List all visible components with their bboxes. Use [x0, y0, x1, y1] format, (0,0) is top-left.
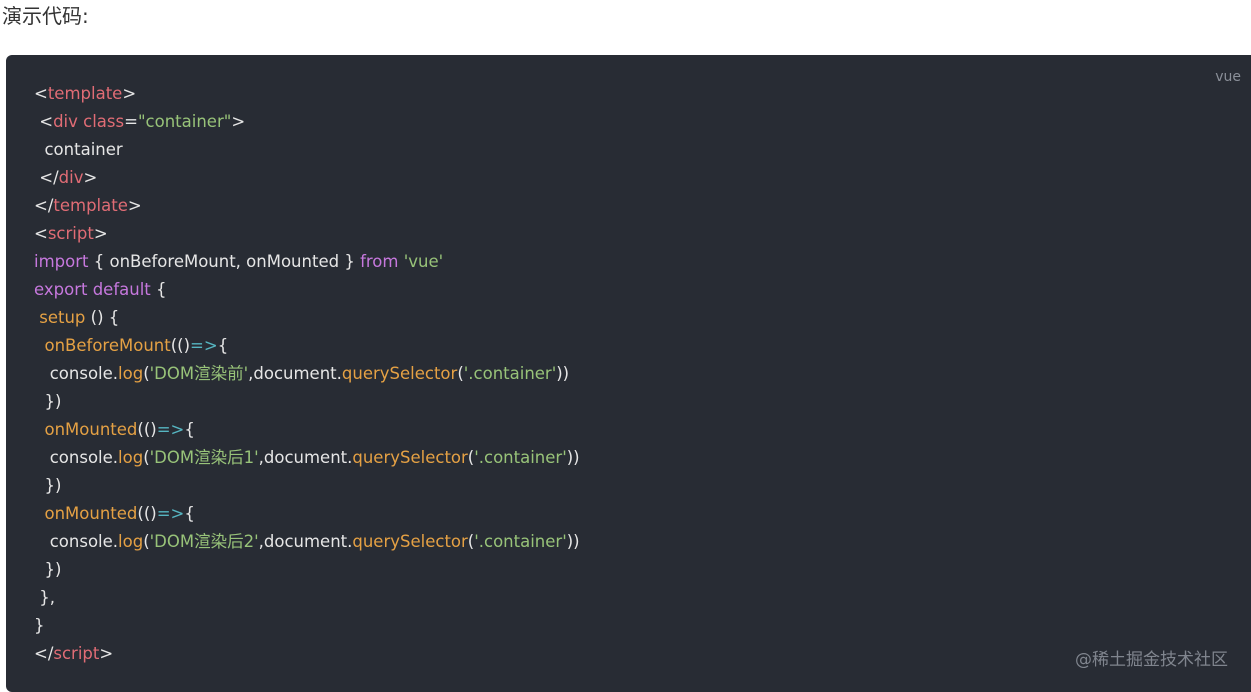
- code-token: =>: [156, 504, 185, 523]
- code-token: ((): [137, 504, 157, 523]
- code-token: template: [53, 196, 128, 215]
- code-token: import: [34, 252, 89, 271]
- code-token: '.container': [474, 532, 567, 551]
- code-token: div: [58, 168, 84, 187]
- code-token: onMounted: [44, 504, 138, 523]
- code-line: }: [34, 612, 580, 640]
- code-line: setup () {: [34, 304, 580, 332]
- code-token: template: [47, 84, 123, 103]
- code-token: >: [99, 644, 114, 663]
- code-line: }): [34, 388, 580, 416]
- code-token: querySelector: [352, 448, 468, 467]
- code-token: }): [34, 560, 62, 579]
- code-token: }): [34, 392, 62, 411]
- code-token: <: [34, 84, 48, 103]
- code-token: ,document.: [258, 448, 353, 467]
- code-token: =>: [156, 420, 185, 439]
- code-token: {: [217, 336, 229, 355]
- code-token: >: [93, 224, 108, 243]
- code-token: onMounted: [44, 420, 138, 439]
- code-token: =>: [190, 336, 218, 355]
- code-token: </: [39, 168, 59, 187]
- code-line: <template>: [34, 80, 580, 108]
- code-token: </: [34, 196, 54, 215]
- code-token: () {: [85, 308, 120, 327]
- code-line: onBeforeMount(()=>{: [34, 332, 580, 360]
- code-token: <: [39, 112, 54, 131]
- code-token: '.container': [474, 448, 567, 467]
- code-token: >: [122, 84, 137, 103]
- language-label: vue: [1215, 69, 1241, 85]
- code-token: console.: [34, 364, 119, 383]
- code-token: ((): [170, 336, 191, 355]
- code-token: setup: [39, 308, 86, 327]
- code-token: >: [83, 168, 98, 187]
- code-token: { onBeforeMount, onMounted }: [88, 252, 361, 271]
- code-line: </template>: [34, 192, 580, 220]
- watermark: @稀土掘金技术社区: [1075, 650, 1228, 670]
- code-line: console.log('DOM渲染后2',document.querySele…: [34, 528, 580, 556]
- code-line: onMounted(()=>{: [34, 416, 580, 444]
- code-line: }): [34, 472, 580, 500]
- code-token: log: [118, 532, 144, 551]
- code-token: <: [34, 224, 48, 243]
- code-token: 'vue': [403, 252, 444, 271]
- code-line: container: [34, 136, 580, 164]
- code-content: <template> <div class="container"> conta…: [34, 80, 580, 668]
- code-line: <script>: [34, 220, 580, 248]
- code-line: <div class="container">: [34, 108, 580, 136]
- code-token: '.container': [463, 364, 557, 383]
- code-token: class: [83, 112, 125, 131]
- code-token: "container": [137, 112, 232, 131]
- code-token: script: [53, 644, 100, 663]
- code-token: )): [566, 532, 580, 551]
- code-line: },: [34, 584, 580, 612]
- code-line: </div>: [34, 164, 580, 192]
- code-line: export default {: [34, 276, 580, 304]
- code-token: 'DOM渲染后1': [149, 448, 259, 467]
- code-token: ((): [137, 420, 157, 439]
- code-line: }): [34, 556, 580, 584]
- code-token: script: [47, 224, 94, 243]
- code-line: console.log('DOM渲染后1',document.querySele…: [34, 444, 580, 472]
- code-block: vue <template> <div class="container"> c…: [6, 55, 1251, 692]
- intro-text: 演示代码:: [2, 4, 89, 28]
- code-token: container: [34, 140, 123, 159]
- code-token: div: [53, 112, 78, 131]
- code-token: =: [124, 112, 138, 131]
- code-token: }: [34, 616, 45, 635]
- code-token: {: [184, 504, 195, 523]
- code-token: </: [34, 644, 54, 663]
- code-token: 'DOM渲染前': [149, 364, 249, 383]
- code-token: >: [127, 196, 142, 215]
- code-token: ,document.: [258, 532, 353, 551]
- code-token: querySelector: [341, 364, 458, 383]
- code-token: onBeforeMount: [44, 336, 171, 355]
- code-token: )): [566, 448, 580, 467]
- code-token: log: [118, 364, 144, 383]
- code-token: from: [360, 252, 399, 271]
- code-token: console.: [34, 532, 119, 551]
- code-token: export default: [34, 280, 151, 299]
- code-token: console.: [34, 448, 119, 467]
- code-line: </script>: [34, 640, 580, 668]
- code-line: import { onBeforeMount, onMounted } from…: [34, 248, 580, 276]
- code-token: 'DOM渲染后2': [149, 532, 259, 551]
- code-line: console.log('DOM渲染前',document.querySelec…: [34, 360, 580, 388]
- code-token: )): [556, 364, 570, 383]
- code-token: },: [34, 588, 55, 607]
- code-token: ,document.: [248, 364, 342, 383]
- code-token: querySelector: [352, 532, 468, 551]
- code-token: }): [34, 476, 62, 495]
- code-token: >: [231, 112, 246, 131]
- code-token: log: [118, 448, 144, 467]
- code-token: {: [150, 280, 167, 299]
- code-line: onMounted(()=>{: [34, 500, 580, 528]
- code-token: {: [184, 420, 195, 439]
